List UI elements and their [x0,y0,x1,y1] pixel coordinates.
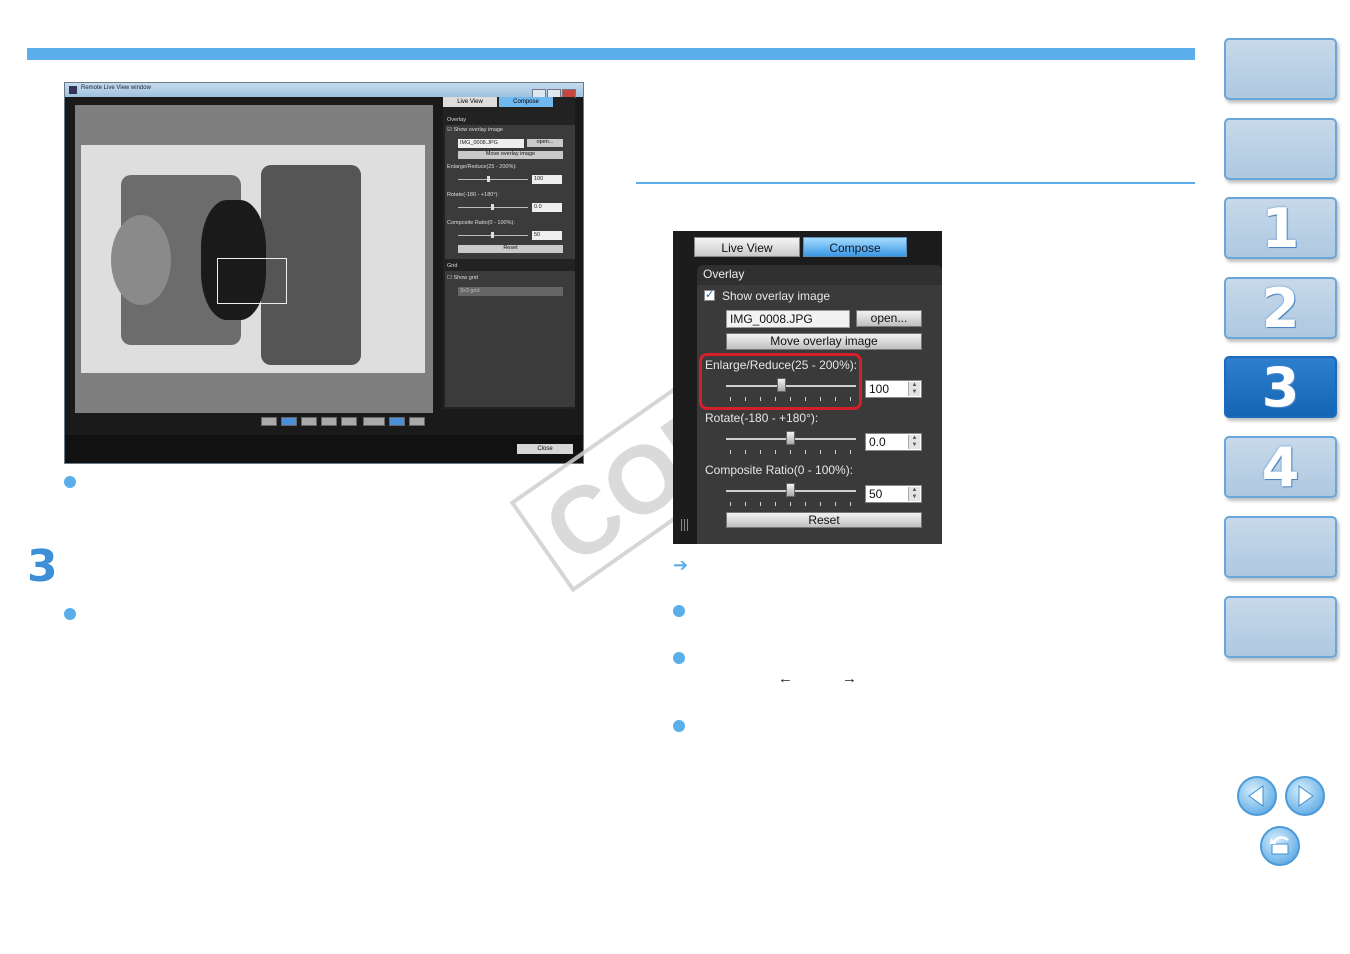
composite-label: Composite Ratio(0 - 100%): [447,220,515,226]
next-page-button[interactable] [1285,776,1325,816]
show-overlay-label-enlarged: Show overlay image [722,289,831,303]
nav-tab-chapter-3[interactable]: 3 [1224,356,1337,418]
tool-icon-7 [389,417,405,426]
grid-header: Grid [447,263,458,269]
show-overlay-label: Show overlay image [453,127,503,133]
bullet-point [673,605,685,617]
tool-icon-6 [363,417,385,426]
open-button: open... [527,139,563,147]
return-button[interactable] [1260,826,1300,866]
bullet-point [673,720,685,732]
window-bottom-bar: Close [65,435,583,463]
composite-spinbox: 50 ▲ ▼ [865,485,922,503]
grid-select: 3x3 grid [458,287,563,296]
nav-tab-top[interactable] [1224,38,1337,100]
enlarge-slider-knob [487,176,490,182]
nav-tab-label: 2 [1261,277,1300,340]
spin-arrows-icon: ▲ ▼ [908,487,920,501]
composite-slider-knob [491,232,494,238]
nav-tab-label: 1 [1261,197,1300,260]
lens-left [111,215,171,305]
composite-value: 50 [532,231,562,240]
enlarge-value-enlarged: 100 [869,382,890,396]
nav-tab-chapter-4[interactable]: 4 [1224,436,1337,498]
move-overlay-button: Move overlay image [458,151,563,159]
enlarge-spinbox: 100 ▲ ▼ [865,380,922,398]
rotate-spinbox: 0.0 ▲ ▼ [865,433,922,451]
window-controls [531,85,579,98]
overlay-selection-frame [217,258,287,304]
open-button-enlarged: open... [856,310,922,327]
window-title: Remote Live View window [81,85,151,91]
rotate-slider-ticks [730,450,852,454]
tool-icon-5 [341,417,357,426]
tab-live-view-enlarged: Live View [694,237,800,257]
composite-value-enlarged: 50 [869,487,883,501]
bullet-point [64,608,76,620]
next-page-icon [1298,785,1314,807]
composite-slider-ticks [730,502,852,506]
rotate-slider-knob [491,204,494,210]
nav-tab-reference[interactable] [1224,516,1337,578]
tab-live-view: Live View [443,97,497,107]
right-arrow-key: → [842,670,857,687]
show-overlay-checkbox-enlarged: ✓ [704,289,715,301]
close-button: Close [517,444,573,454]
tool-icon-3 [301,417,317,426]
enlarge-label: Enlarge/Reduce(25 - 200%): [447,164,517,170]
left-arrow-key: ← [778,670,793,687]
rotate-value-enlarged: 0.0 [869,435,886,449]
live-view-area [75,105,433,413]
tool-icon-4 [321,417,337,426]
file-name-field-enlarged: IMG_0008.JPG [726,310,850,328]
file-name-field: IMG_0008.JPG [458,139,524,148]
rotate-label-enlarged: Rotate(-180 - +180°): [705,411,819,425]
spin-arrows-icon: ▲ ▼ [908,435,920,449]
overlay-header-enlarged: Overlay [703,267,745,281]
rotate-value: 0.0 [532,203,562,212]
enlarge-slider [458,179,528,180]
nav-tab-label: 3 [1261,356,1300,419]
enlarge-value: 100 [532,175,562,184]
result-arrow-icon: ➔ [673,555,689,575]
show-grid-checkbox: ☐ Show grid [447,275,478,281]
rotate-slider-knob-enlarged [786,431,795,445]
nav-tab-chapter-2[interactable]: 2 [1224,277,1337,339]
panel-grip-icon [681,519,688,531]
spin-arrows-icon: ▲ ▼ [908,382,920,396]
prev-page-icon [1248,785,1264,807]
highlight-enlarge-reduce [699,353,862,410]
nav-tab-chapter-1[interactable]: 1 [1224,197,1337,259]
tool-icon-1 [261,417,277,426]
step-number: 3 [27,541,58,592]
section-divider [636,182,1195,184]
move-overlay-button-enlarged: Move overlay image [726,333,922,350]
nav-tab-intro[interactable] [1224,118,1337,180]
composite-label-enlarged: Composite Ratio(0 - 100%): [705,463,854,477]
tab-compose: Compose [499,97,553,107]
bullet-point [673,652,685,664]
tool-icon-2 [281,417,297,426]
app-icon [69,86,77,94]
compose-panel: Live View Compose Overlay ☑ Show overlay… [443,97,575,409]
return-icon [1270,836,1289,855]
tab-compose-enlarged: Compose [803,237,907,257]
reset-button: Reset [458,245,563,253]
nav-tab-label: 4 [1261,436,1300,499]
bullet-point [64,476,76,488]
window-titlebar: Remote Live View window [65,83,583,98]
show-overlay-checkbox: ☑ Show overlay image [447,127,503,133]
rotate-label: Rotate(-180 - +180°): [447,192,499,198]
zoom-icon [409,417,425,426]
composite-slider-knob-enlarged [786,483,795,497]
prev-page-button[interactable] [1237,776,1277,816]
overlay-header: Overlay [447,117,466,123]
show-grid-label: Show grid [453,275,478,281]
top-accent-bar [27,48,1195,60]
nav-tab-index[interactable] [1224,596,1337,658]
remote-live-view-screenshot: Remote Live View window Live View Compos… [64,82,584,464]
reset-button-enlarged: Reset [726,512,922,528]
